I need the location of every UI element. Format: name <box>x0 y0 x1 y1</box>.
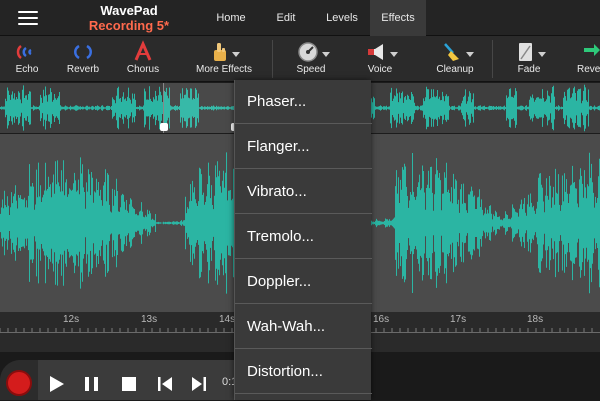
recording-name: Recording 5* <box>88 18 170 33</box>
more-effects-label: More Effects <box>196 64 252 75</box>
tab-home[interactable]: Home <box>205 0 257 36</box>
menu-item-vibrato[interactable]: Vibrato... <box>235 170 372 214</box>
voice-button[interactable]: Voice <box>356 36 404 82</box>
cleanup-label: Cleanup <box>436 64 474 75</box>
chorus-icon <box>118 36 168 64</box>
hamburger-menu-icon[interactable] <box>18 11 38 25</box>
region-start-handle[interactable] <box>160 123 168 131</box>
skip-back-icon <box>158 377 172 391</box>
skip-to-start-button[interactable] <box>153 372 177 396</box>
stop-icon <box>122 377 136 391</box>
voice-label: Voice <box>367 64 393 75</box>
play-button[interactable] <box>44 372 68 396</box>
menu-item-wah-wah[interactable]: Wah-Wah... <box>235 305 372 349</box>
echo-icon <box>4 36 50 64</box>
speed-button[interactable]: Speed <box>286 36 336 82</box>
menu-item-phaser[interactable]: Phaser... <box>235 80 372 124</box>
reverse-button[interactable]: Rever <box>570 36 600 82</box>
reverse-label: Rever <box>577 64 600 75</box>
toolbar-divider <box>492 40 493 78</box>
stop-button[interactable] <box>117 372 141 396</box>
menu-item-tremolo[interactable]: Tremolo... <box>235 215 372 259</box>
megaphone-icon <box>356 36 404 64</box>
pause-icon <box>85 377 98 391</box>
tab-effects[interactable]: Effects <box>370 0 426 36</box>
effects-toolbar: Echo Reverb Chorus More Effects Speed Vo… <box>0 36 600 82</box>
app-name: WavePad <box>100 3 158 18</box>
menu-item-flanger[interactable]: Flanger... <box>235 125 372 169</box>
tab-edit[interactable]: Edit <box>261 0 311 36</box>
menu-item-doppler[interactable]: Doppler... <box>235 260 372 304</box>
echo-button[interactable]: Echo <box>4 36 50 82</box>
speed-icon <box>286 36 336 64</box>
cleanup-button[interactable]: Cleanup <box>428 36 482 82</box>
skip-to-end-button[interactable] <box>187 372 211 396</box>
chorus-button[interactable]: Chorus <box>118 36 168 82</box>
reverb-icon <box>58 36 108 64</box>
pause-button[interactable] <box>80 372 104 396</box>
title-block: WavePad Recording 5* <box>74 3 184 33</box>
fade-button[interactable]: Fade <box>506 36 552 82</box>
tab-levels[interactable]: Levels <box>314 0 370 36</box>
toolbar-divider <box>272 40 273 78</box>
overview-visible-region[interactable] <box>163 83 235 133</box>
record-button[interactable] <box>6 370 32 396</box>
fade-icon <box>506 36 552 64</box>
skip-forward-icon <box>192 377 206 391</box>
chorus-label: Chorus <box>126 64 160 75</box>
menu-item-distortion[interactable]: Distortion... <box>235 350 372 394</box>
reverse-icon <box>570 36 600 64</box>
reverb-button[interactable]: Reverb <box>58 36 108 82</box>
more-effects-icon <box>190 36 258 64</box>
play-icon <box>50 376 64 392</box>
app-bar: WavePad Recording 5* Home Edit Levels Ef… <box>0 0 600 36</box>
more-effects-button[interactable]: More Effects <box>190 36 258 82</box>
speed-label: Speed <box>296 64 326 75</box>
broom-icon <box>428 36 482 64</box>
echo-label: Echo <box>15 64 39 75</box>
more-effects-dropdown: Phaser... Flanger... Vibrato... Tremolo.… <box>234 80 372 400</box>
reverb-label: Reverb <box>66 64 100 75</box>
fade-label: Fade <box>517 64 541 75</box>
